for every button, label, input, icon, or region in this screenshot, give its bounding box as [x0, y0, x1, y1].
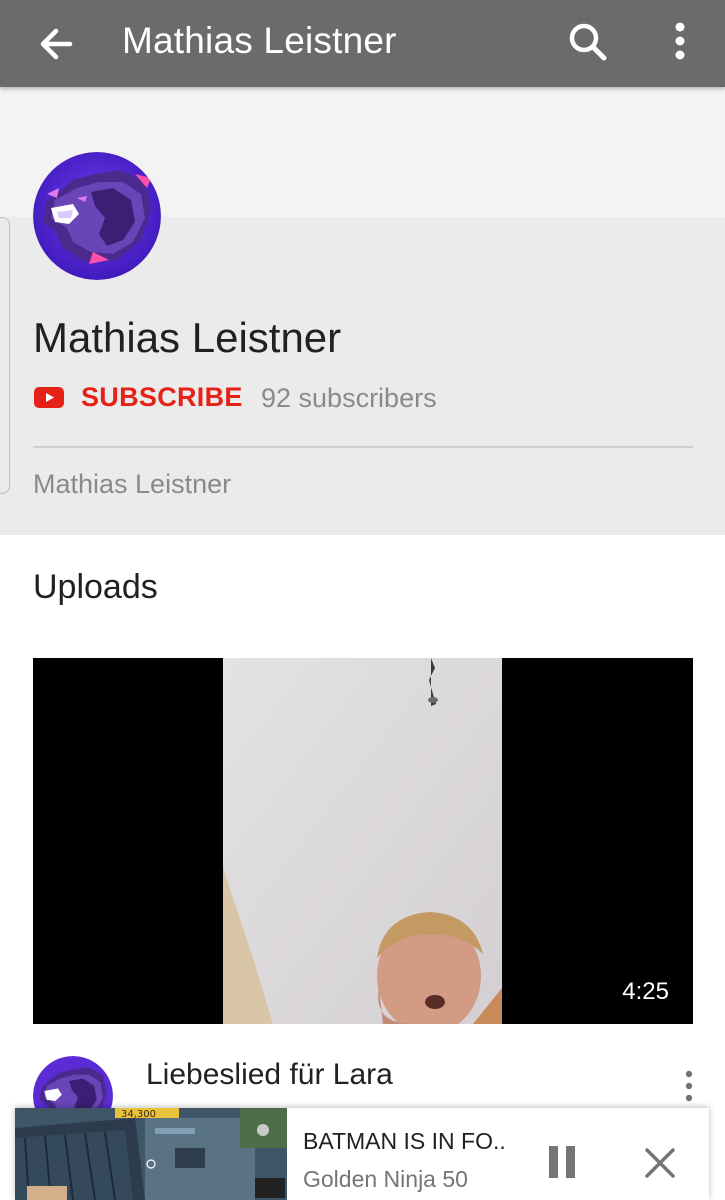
more-vert-icon[interactable] — [677, 1068, 701, 1104]
subscriber-count: 92 subscribers — [261, 383, 437, 413]
drawer-handle[interactable] — [0, 217, 10, 494]
arrow-back-icon[interactable] — [30, 18, 82, 70]
search-icon[interactable] — [562, 16, 614, 68]
divider — [33, 446, 693, 448]
uploads-section-title: Uploads — [33, 568, 158, 606]
video-thumbnail[interactable]: 4:25 — [33, 658, 693, 1024]
wolf-logo-icon — [33, 152, 161, 280]
video-title[interactable]: Liebeslied für Lara — [146, 1058, 393, 1092]
app-bar: Mathias Leistner — [0, 0, 725, 87]
more-vert-icon[interactable] — [656, 16, 704, 68]
mini-player-title[interactable]: BATMAN IS IN FO.. — [303, 1128, 506, 1155]
channel-name: Mathias Leistner — [33, 314, 342, 361]
mini-player-channel: Golden Ninja 50 — [303, 1166, 468, 1192]
game-hud-counter: 34,300 — [121, 1109, 156, 1120]
close-icon[interactable] — [643, 1146, 677, 1180]
channel-avatar[interactable] — [33, 152, 161, 280]
mini-player[interactable]: 34,300 BATMAN IS IN FO.. Golden Ninja 50 — [15, 1108, 709, 1200]
game-preview-image: 34,300 — [15, 1108, 287, 1200]
video-duration: 4:25 — [622, 978, 669, 1005]
page-title: Mathias Leistner — [122, 20, 397, 61]
subscribe-button[interactable]: SUBSCRIBE — [81, 382, 243, 413]
youtube-logo-icon[interactable] — [34, 387, 64, 408]
channel-description: Mathias Leistner — [33, 469, 232, 499]
mini-player-thumbnail[interactable]: 34,300 — [15, 1108, 287, 1200]
pause-icon[interactable] — [545, 1144, 579, 1180]
video-preview-image — [33, 658, 693, 1024]
